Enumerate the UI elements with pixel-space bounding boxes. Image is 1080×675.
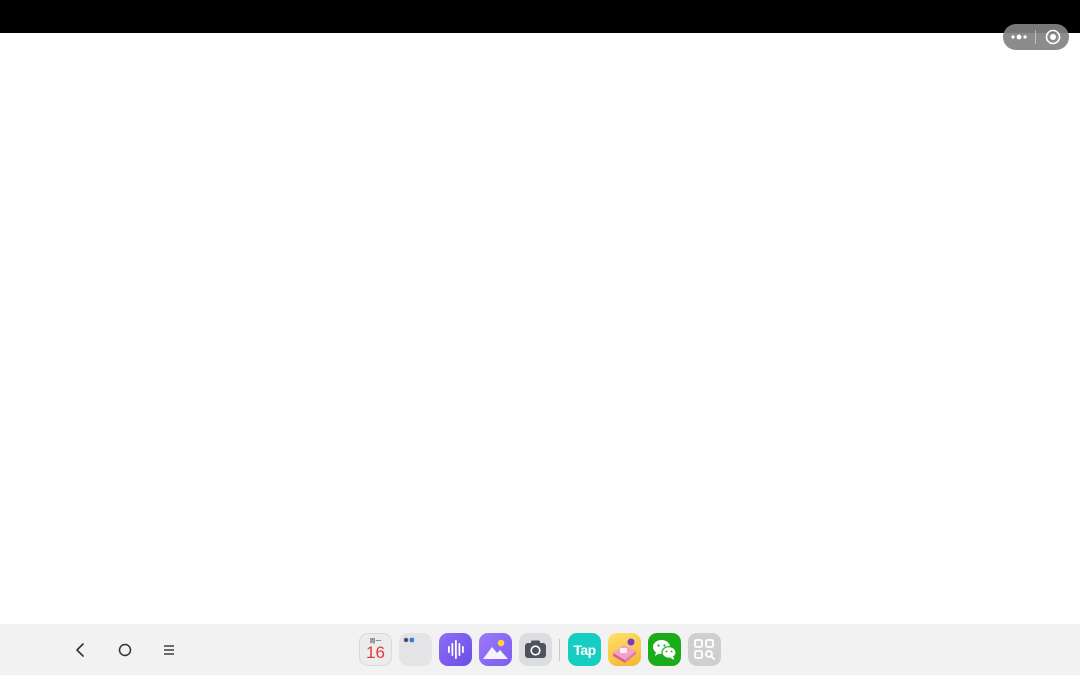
home-circle-icon xyxy=(118,643,132,657)
close-button[interactable] xyxy=(1036,24,1069,50)
gallery-app[interactable] xyxy=(479,633,512,666)
sound-wave-icon xyxy=(448,640,464,659)
recents-button[interactable] xyxy=(157,638,181,662)
record-circle-icon xyxy=(1045,29,1060,45)
taptap-icon: Tap xyxy=(573,641,596,658)
back-button[interactable] xyxy=(68,638,92,662)
calendar-icon: 周一 16 xyxy=(359,633,392,666)
taptap-app[interactable]: Tap xyxy=(568,633,601,666)
status-bar xyxy=(0,0,1080,33)
wechat-icon xyxy=(653,640,677,660)
recorder-app[interactable] xyxy=(439,633,472,666)
calendar-day: 16 xyxy=(366,643,385,662)
more-button[interactable] xyxy=(1003,24,1035,50)
app-search-app[interactable] xyxy=(688,633,721,666)
menu-lines-icon xyxy=(164,645,174,655)
blank-content-area xyxy=(0,33,1080,624)
more-dots-icon xyxy=(1011,34,1027,40)
camera-icon xyxy=(525,640,546,658)
camera-app[interactable] xyxy=(519,633,552,666)
home-button[interactable] xyxy=(113,638,137,662)
game-icon xyxy=(613,638,636,663)
folder-app[interactable] xyxy=(399,633,432,666)
mini-program-capsule xyxy=(1003,24,1069,50)
dock-separator xyxy=(559,639,560,661)
game-app[interactable] xyxy=(608,633,641,666)
wechat-app[interactable] xyxy=(648,633,681,666)
back-chevron-icon xyxy=(76,643,84,657)
gallery-icon xyxy=(483,639,508,659)
app-search-icon xyxy=(694,639,715,660)
calendar-app[interactable]: 周一 16 xyxy=(359,633,392,666)
folder-icon xyxy=(403,637,414,643)
